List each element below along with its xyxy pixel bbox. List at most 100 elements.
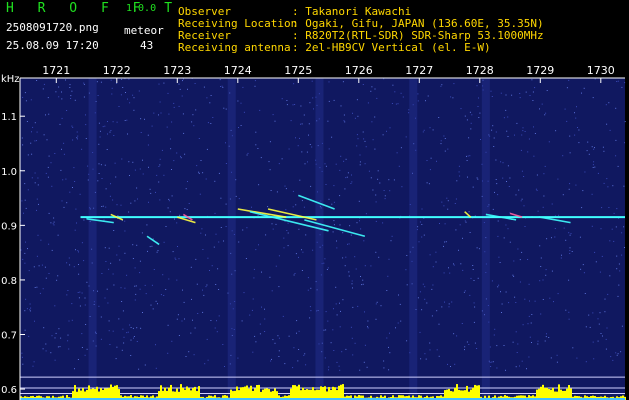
noise-pixel — [569, 253, 571, 254]
noise-pixel — [211, 265, 213, 267]
noise-pixel — [311, 146, 313, 148]
noise-pixel — [53, 221, 55, 223]
activity-bar — [258, 384, 260, 400]
noise-pixel — [139, 168, 141, 170]
noise-pixel — [47, 97, 49, 99]
noise-pixel — [163, 174, 165, 176]
noise-pixel — [105, 261, 107, 262]
noise-pixel — [565, 239, 567, 241]
noise-pixel — [205, 234, 206, 236]
noise-pixel — [174, 257, 176, 259]
noise-pixel — [551, 270, 553, 272]
noise-pixel — [181, 320, 183, 322]
noise-pixel — [299, 179, 301, 181]
noise-pixel — [36, 286, 38, 288]
noise-pixel — [512, 341, 514, 343]
noise-pixel — [178, 258, 180, 260]
noise-pixel — [243, 111, 245, 113]
activity-bar — [340, 384, 342, 400]
noise-pixel — [221, 85, 223, 87]
noise-pixel — [357, 115, 359, 117]
noise-pixel — [222, 344, 224, 345]
noise-pixel — [167, 92, 169, 94]
noise-pixel — [397, 103, 399, 105]
noise-pixel — [225, 226, 227, 227]
noise-pixel — [509, 177, 511, 179]
noise-pixel — [438, 117, 440, 118]
noise-pixel — [365, 213, 367, 215]
noise-pixel — [287, 245, 289, 247]
noise-pixel — [375, 201, 377, 203]
noise-pixel — [30, 99, 32, 101]
noise-pixel — [79, 305, 81, 307]
noise-pixel — [371, 121, 373, 123]
noise-pixel — [252, 351, 254, 353]
noise-pixel — [75, 249, 76, 251]
noise-pixel — [31, 153, 33, 155]
noise-pixel — [508, 302, 510, 304]
noise-pixel — [333, 350, 335, 351]
noise-pixel — [107, 302, 109, 304]
noise-pixel — [571, 251, 573, 252]
noise-pixel — [159, 158, 161, 160]
noise-pixel — [187, 181, 188, 182]
activity-bar — [198, 386, 200, 400]
noise-pixel — [122, 87, 124, 88]
noise-pixel — [105, 206, 107, 208]
noise-pixel — [345, 256, 347, 258]
noise-pixel — [532, 91, 534, 93]
noise-pixel — [245, 258, 247, 259]
noise-pixel — [101, 178, 103, 179]
noise-pixel — [493, 334, 495, 336]
noise-pixel — [327, 267, 329, 269]
noise-pixel — [441, 201, 443, 203]
noise-pixel — [331, 203, 333, 205]
noise-pixel — [171, 195, 173, 197]
noise-pixel — [281, 98, 283, 100]
noise-pixel — [298, 256, 299, 258]
noise-pixel — [386, 290, 388, 291]
noise-pixel — [305, 234, 307, 236]
noise-pixel — [354, 117, 356, 119]
noise-pixel — [264, 308, 265, 310]
noise-pixel — [214, 327, 216, 329]
noise-pixel — [125, 92, 126, 93]
noise-pixel — [476, 177, 478, 179]
x-tick-label: 1726 — [345, 64, 373, 77]
noise-pixel — [340, 310, 341, 312]
noise-pixel — [296, 320, 298, 322]
noise-pixel — [455, 229, 457, 231]
noise-pixel — [617, 353, 619, 355]
noise-pixel — [151, 284, 153, 286]
noise-pixel — [356, 145, 358, 147]
noise-pixel — [417, 93, 419, 95]
noise-pixel — [81, 242, 83, 244]
noise-pixel — [357, 305, 359, 307]
x-tick-label: 1730 — [587, 64, 615, 77]
noise-pixel — [269, 141, 271, 143]
noise-pixel — [121, 349, 123, 351]
noise-pixel — [298, 349, 300, 350]
noise-pixel — [546, 238, 548, 240]
noise-pixel — [527, 259, 529, 260]
noise-pixel — [462, 269, 464, 271]
noise-pixel — [152, 308, 154, 310]
noise-pixel — [568, 232, 570, 234]
noise-pixel — [516, 352, 518, 353]
noise-pixel — [621, 325, 623, 327]
noise-pixel — [156, 174, 158, 176]
noise-pixel — [591, 146, 593, 148]
noise-pixel — [108, 330, 110, 332]
noise-pixel — [537, 343, 539, 345]
noise-pixel — [237, 357, 239, 359]
noise-pixel — [332, 329, 334, 331]
noise-pixel — [429, 254, 431, 256]
activity-bar — [456, 384, 458, 400]
noise-pixel — [569, 247, 571, 249]
noise-pixel — [61, 148, 62, 150]
noise-pixel — [98, 305, 100, 307]
noise-pixel — [87, 165, 89, 167]
noise-pixel — [429, 169, 431, 171]
noise-pixel — [521, 170, 523, 172]
noise-pixel — [132, 327, 134, 329]
